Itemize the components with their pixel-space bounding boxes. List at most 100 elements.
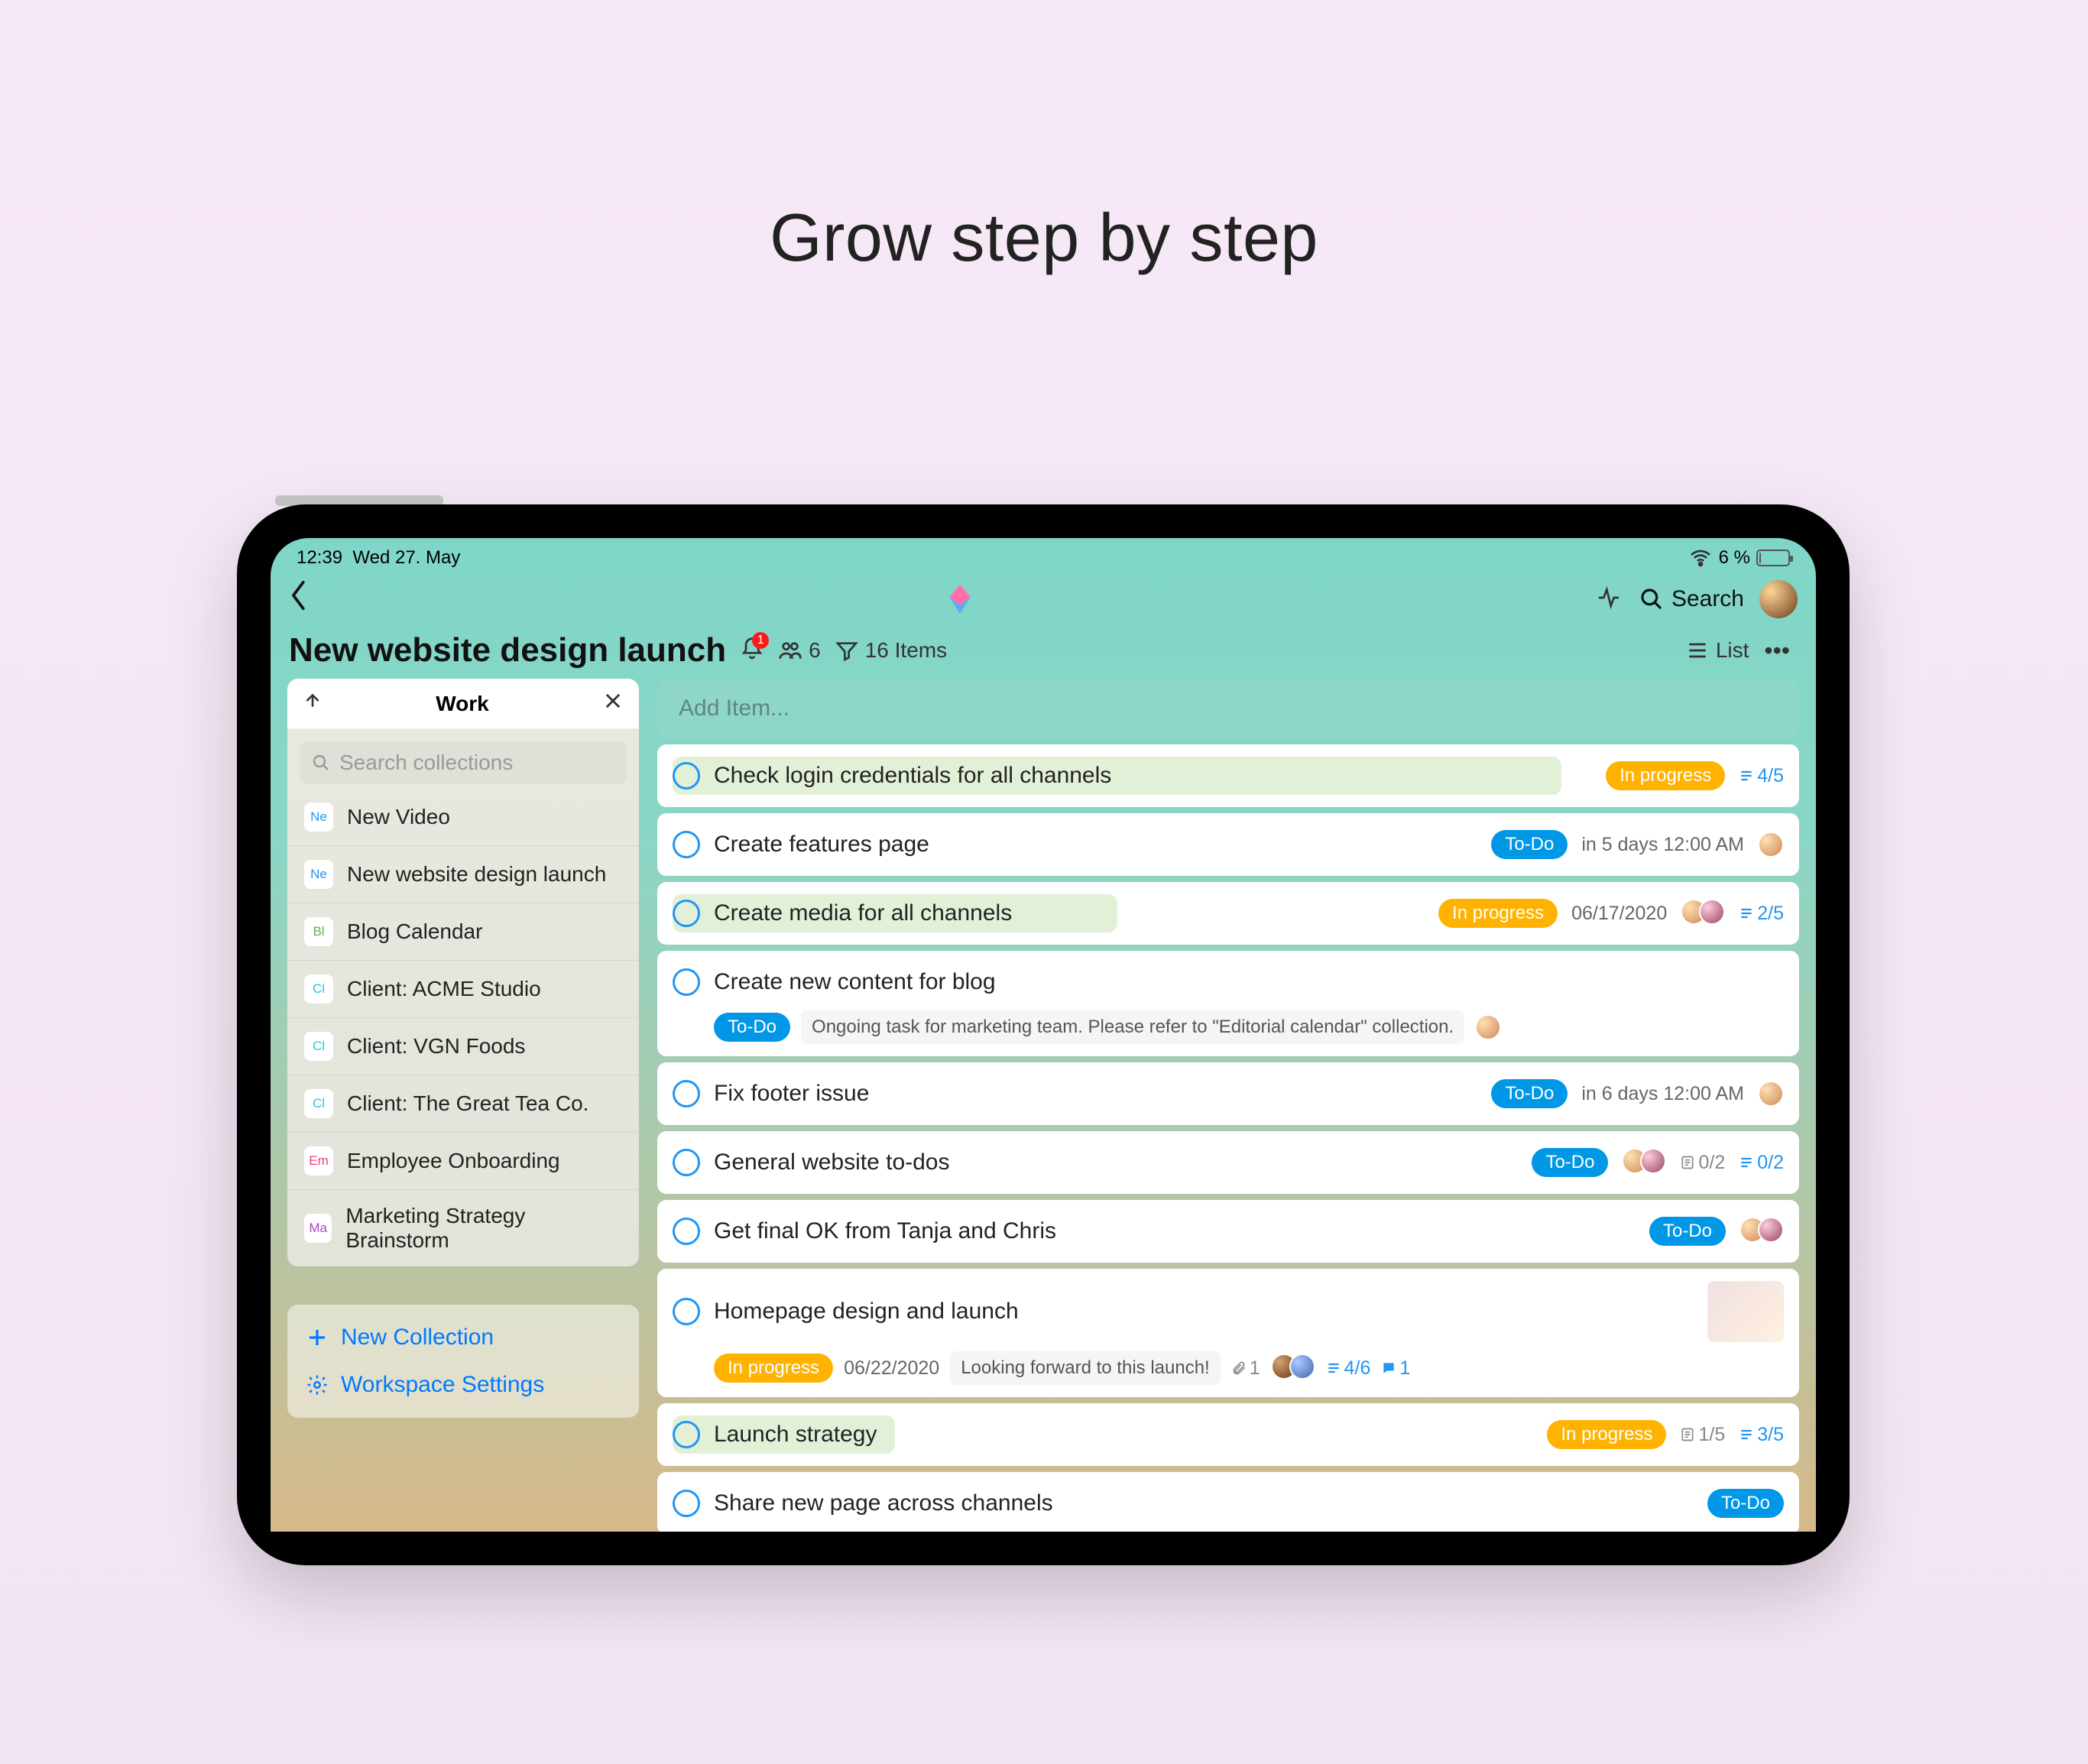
collection-tag: Cl — [304, 1032, 333, 1061]
sidebar-title: Work — [436, 692, 489, 716]
search-icon — [1639, 587, 1664, 611]
task-note: Ongoing task for marketing team. Please … — [801, 1010, 1464, 1044]
sidebar-collection-item[interactable]: Bl Blog Calendar — [287, 903, 639, 961]
task-title: Homepage design and launch — [714, 1299, 1694, 1325]
sidebar-collection-item[interactable]: Cl Client: ACME Studio — [287, 961, 639, 1018]
notification-badge: 1 — [752, 632, 769, 649]
collection-label: Client: The Great Tea Co. — [347, 1091, 588, 1116]
task-checkbox[interactable] — [673, 1421, 700, 1448]
subtask-counter[interactable]: 4/6 — [1326, 1357, 1371, 1380]
note-counter[interactable]: 0/2 — [1680, 1152, 1725, 1174]
status-pill[interactable]: In progress — [1547, 1420, 1666, 1449]
task-title: Get final OK from Tanja and Chris — [714, 1218, 1636, 1244]
comment-counter[interactable]: 1 — [1381, 1357, 1410, 1380]
task-checkbox[interactable] — [673, 1080, 700, 1107]
assignee-avatars[interactable] — [1271, 1354, 1315, 1383]
task-checkbox[interactable] — [673, 968, 700, 996]
sidebar: Work Search collections Ne New VideoNe N… — [287, 679, 639, 1418]
attachment-counter[interactable]: 1 — [1231, 1357, 1260, 1380]
more-menu-button[interactable]: ••• — [1756, 637, 1798, 665]
assignee-avatars[interactable] — [1681, 899, 1725, 929]
add-item-input[interactable]: Add Item... — [657, 679, 1799, 738]
collection-tag: Ne — [304, 860, 333, 889]
collection-label: Blog Calendar — [347, 919, 482, 944]
search-collections-input[interactable]: Search collections — [300, 741, 627, 784]
user-avatar[interactable] — [1759, 580, 1798, 618]
status-time-date: 12:39 Wed 27. May — [297, 547, 460, 569]
task-checkbox[interactable] — [673, 900, 700, 927]
filter-button[interactable]: 16 Items — [835, 638, 947, 663]
back-button[interactable] — [289, 580, 324, 619]
notifications-button[interactable]: 1 — [740, 637, 764, 665]
assignee-avatar[interactable] — [1758, 832, 1784, 858]
status-pill[interactable]: To-Do — [714, 1013, 790, 1042]
workspace-settings-button[interactable]: Workspace Settings — [287, 1361, 639, 1409]
view-mode-toggle[interactable]: List — [1685, 638, 1749, 663]
collection-label: New website design launch — [347, 862, 606, 887]
task-item[interactable]: Homepage design and launch In progress 0… — [657, 1269, 1799, 1397]
assignee-avatar[interactable] — [1758, 1081, 1784, 1107]
task-item[interactable]: Fix footer issue To-Do in 6 days 12:00 A… — [657, 1062, 1799, 1125]
task-thumbnail — [1707, 1281, 1784, 1342]
assignee-avatar[interactable] — [1475, 1014, 1501, 1040]
collection-label: New Video — [347, 805, 450, 829]
status-pill[interactable]: To-Do — [1532, 1148, 1608, 1177]
search-icon — [312, 754, 330, 772]
status-pill[interactable]: To-Do — [1649, 1217, 1726, 1246]
task-item[interactable]: Create media for all channels In progres… — [657, 882, 1799, 945]
task-title: Create new content for blog — [714, 969, 1784, 995]
sidebar-close-button[interactable] — [602, 689, 624, 718]
task-item[interactable]: General website to-dos To-Do 0/20/2 — [657, 1131, 1799, 1194]
subtask-counter[interactable]: 4/5 — [1739, 765, 1784, 787]
status-pill[interactable]: To-Do — [1491, 830, 1568, 859]
activity-icon[interactable] — [1597, 585, 1621, 614]
status-pill[interactable]: In progress — [714, 1354, 833, 1383]
task-checkbox[interactable] — [673, 1298, 700, 1325]
search-button[interactable]: Search — [1639, 586, 1744, 612]
task-checkbox[interactable] — [673, 1218, 700, 1245]
note-counter[interactable]: 1/5 — [1680, 1424, 1725, 1446]
status-bar: 12:39 Wed 27. May 6 % — [271, 538, 1816, 575]
battery-icon — [1756, 550, 1790, 566]
subtask-counter[interactable]: 0/2 — [1739, 1152, 1784, 1174]
collection-tag: Cl — [304, 1089, 333, 1118]
task-item[interactable]: Launch strategy In progress 1/53/5 — [657, 1403, 1799, 1466]
sidebar-collection-item[interactable]: Cl Client: VGN Foods — [287, 1018, 639, 1075]
task-checkbox[interactable] — [673, 1490, 700, 1517]
sidebar-collection-item[interactable]: Ne New website design launch — [287, 846, 639, 903]
status-pill[interactable]: In progress — [1438, 899, 1558, 928]
task-note: Looking forward to this launch! — [950, 1351, 1221, 1385]
plus-icon — [306, 1326, 329, 1349]
members-count[interactable]: 6 — [778, 638, 821, 663]
task-checkbox[interactable] — [673, 1149, 700, 1176]
page-title: New website design launch — [289, 631, 726, 670]
status-pill[interactable]: In progress — [1606, 761, 1725, 790]
people-icon — [778, 638, 802, 663]
sidebar-collection-item[interactable]: Cl Client: The Great Tea Co. — [287, 1075, 639, 1133]
status-pill[interactable]: To-Do — [1491, 1079, 1568, 1108]
assignee-avatars[interactable] — [1622, 1148, 1666, 1178]
task-item[interactable]: Get final OK from Tanja and Chris To-Do — [657, 1200, 1799, 1263]
assignee-avatars[interactable] — [1739, 1217, 1784, 1247]
hero-title: Grow step by step — [0, 199, 2088, 277]
status-right: 6 % — [1688, 546, 1790, 570]
sidebar-collection-item[interactable]: Em Employee Onboarding — [287, 1133, 639, 1190]
sidebar-collection-item[interactable]: Ne New Video — [287, 789, 639, 846]
task-item[interactable]: Share new page across channels To-Do — [657, 1472, 1799, 1532]
task-title: Fix footer issue — [714, 1081, 1477, 1107]
task-item[interactable]: Check login credentials for all channels… — [657, 744, 1799, 807]
task-item[interactable]: Create features page To-Do in 5 days 12:… — [657, 813, 1799, 876]
new-collection-button[interactable]: New Collection — [287, 1314, 639, 1361]
status-pill[interactable]: To-Do — [1707, 1489, 1784, 1518]
task-checkbox[interactable] — [673, 831, 700, 858]
subtask-counter[interactable]: 3/5 — [1739, 1424, 1784, 1446]
collection-tag: Cl — [304, 974, 333, 1004]
task-item[interactable]: Create new content for blog To-Do Ongoin… — [657, 951, 1799, 1056]
sidebar-collection-item[interactable]: Ma Marketing Strategy Brainstorm — [287, 1190, 639, 1266]
collection-tag: Em — [304, 1146, 333, 1175]
collection-tag: Ne — [304, 803, 333, 832]
task-title: Share new page across channels — [714, 1490, 1694, 1516]
subtask-counter[interactable]: 2/5 — [1739, 903, 1784, 925]
sidebar-up-button[interactable] — [303, 691, 323, 716]
task-checkbox[interactable] — [673, 762, 700, 790]
